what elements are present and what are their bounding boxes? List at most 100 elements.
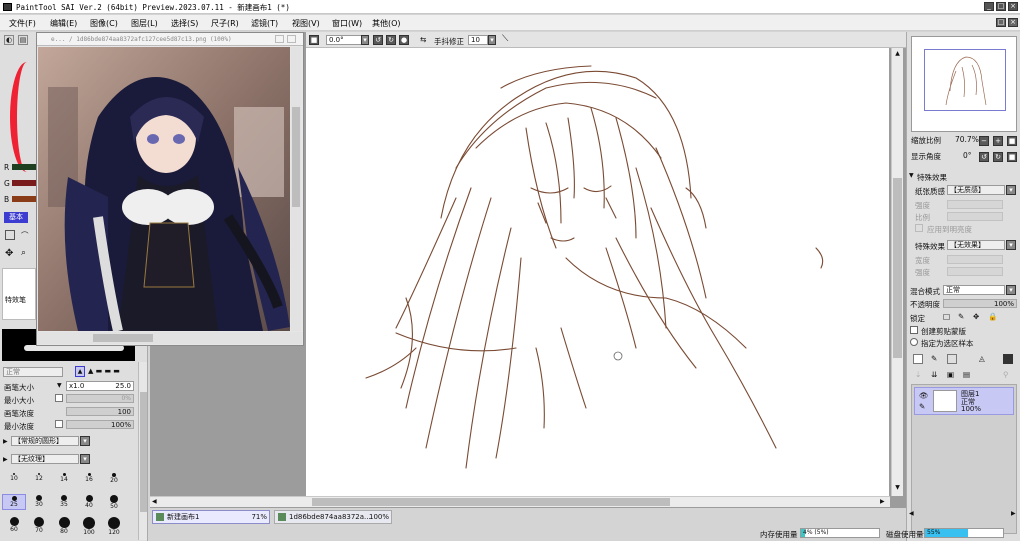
selection-toggle-button[interactable]: ■ (309, 35, 319, 45)
menu-edit[interactable]: 编辑(E) (50, 18, 77, 29)
brush-size-option[interactable]: 100 (77, 516, 101, 536)
layer-scroll-right-icon[interactable]: ▶ (1011, 510, 1016, 517)
brush-size-field[interactable]: x1.0 25.0 (66, 381, 134, 391)
menu-select[interactable]: 选择(S) (171, 18, 198, 29)
new-vector-layer-icon[interactable]: ✎ (931, 354, 937, 363)
brush-size-option[interactable]: 25 (2, 494, 26, 510)
brush-size-option[interactable]: 40 (77, 494, 101, 510)
rotate-ccw-button[interactable]: ↺ (373, 35, 383, 45)
scroll-left-icon[interactable]: ◀ (152, 498, 157, 505)
b-slider[interactable] (12, 196, 36, 202)
tool-preset-special-pen[interactable]: 特效笔 (2, 268, 36, 320)
angle-reset-button[interactable]: ■ (1007, 152, 1017, 162)
paper-scale-slider[interactable] (947, 212, 1003, 221)
menu-view[interactable]: 视图(V) (292, 18, 320, 29)
opacity-slider[interactable]: 100% (943, 299, 1017, 308)
g-slider[interactable] (12, 180, 36, 186)
layer-edit-pen-icon[interactable]: ✎ (919, 402, 925, 411)
blend-mode-select[interactable]: 正常 (3, 367, 63, 377)
shape-dropdown-icon[interactable]: ▾ (80, 436, 90, 446)
minimize-button[interactable]: _ (984, 2, 994, 11)
brush-size-option[interactable]: 20 (102, 472, 126, 488)
apply-brightness-checkbox[interactable] (915, 224, 923, 232)
paper-strength-slider[interactable] (947, 200, 1003, 209)
tool-panel-scroll-thumb[interactable] (140, 392, 147, 512)
layer-visibility-eye-icon[interactable]: 👁 (919, 391, 929, 400)
reference-hscroll-thumb[interactable] (93, 334, 153, 342)
lock-all-icon[interactable]: 🔒 (988, 312, 997, 321)
horizontal-scrollbar[interactable]: ◀ ▶ (150, 496, 890, 507)
r-slider[interactable] (12, 164, 36, 170)
reference-close-icon[interactable] (287, 35, 296, 43)
stabilizer-field[interactable]: 10 (468, 35, 488, 45)
navigator-preview[interactable] (911, 36, 1017, 132)
paper-texture-dropdown-icon[interactable]: ▾ (1006, 185, 1016, 195)
horizontal-scroll-thumb[interactable] (312, 498, 670, 506)
texture-expand-icon[interactable]: ▶ (3, 456, 8, 463)
menu-other[interactable]: 其他(O) (372, 18, 401, 29)
reference-maximize-icon[interactable] (275, 35, 284, 43)
new-folder-icon[interactable] (947, 354, 957, 364)
transfer-down-icon[interactable]: ⇊ (931, 370, 937, 379)
reference-vertical-scrollbar[interactable] (291, 47, 301, 331)
angle-cw-button[interactable]: ↻ (993, 152, 1003, 162)
texture-dropdown-icon[interactable]: ▾ (80, 454, 90, 464)
straight-line-icon[interactable]: ⟍ (502, 34, 508, 44)
zoom-value[interactable]: 70.7% (955, 135, 979, 144)
angle-ccw-button[interactable]: ↺ (979, 152, 989, 162)
canvas-paper[interactable] (306, 48, 889, 496)
min-density-slider[interactable]: 100% (66, 420, 134, 429)
close-button[interactable]: × (1008, 2, 1018, 11)
paper-texture-select[interactable]: 【无质感】 (947, 185, 1005, 195)
mdi-close-button[interactable]: × (1008, 18, 1018, 27)
effect-strength-slider[interactable] (947, 267, 1003, 276)
brush-shape-round-icon[interactable]: ▲ (75, 366, 85, 377)
brush-size-option[interactable]: 12 (27, 472, 51, 488)
menu-filter[interactable]: 滤镜(T) (251, 18, 278, 29)
move-icon[interactable]: ✥ (5, 248, 13, 259)
brush-shape-select[interactable]: 【常规的圆形】 (11, 436, 79, 446)
scroll-right-icon[interactable]: ▶ (880, 498, 885, 505)
effects-collapse-icon[interactable]: ▼ (909, 172, 914, 179)
special-effect-select[interactable]: 【无效果】 (947, 240, 1005, 250)
maximize-button[interactable]: □ (996, 2, 1006, 11)
vertical-scroll-thumb[interactable] (893, 178, 902, 358)
menu-image[interactable]: 图像(C) (90, 18, 118, 29)
menu-file[interactable]: 文件(F) (9, 18, 36, 29)
brush-size-option[interactable]: 30 (27, 494, 51, 510)
angle-value[interactable]: 0° (963, 151, 972, 160)
brush-size-option[interactable]: 80 (52, 516, 76, 535)
sample-radio[interactable] (910, 338, 918, 346)
brush-shape-icons[interactable]: ▲ ▬ ▬ ▬ (88, 367, 120, 375)
zoom-icon[interactable]: ⌕ (21, 248, 26, 258)
tool-tab-basic[interactable]: 基本 (4, 212, 28, 223)
min-size-checkbox[interactable] (55, 394, 63, 402)
reference-vscroll-thumb[interactable] (292, 107, 300, 207)
min-density-checkbox[interactable] (55, 420, 63, 428)
rotate-cw-button[interactable]: ↻ (386, 35, 396, 45)
layer-row[interactable]: 👁 ✎ 图层1 正常 100% (914, 387, 1014, 415)
new-layer-icon[interactable] (913, 354, 923, 364)
lock-move-icon[interactable]: ✥ (973, 312, 979, 321)
shape-expand-icon[interactable]: ▶ (3, 438, 8, 445)
mdi-restore-button[interactable]: □ (996, 18, 1006, 27)
brush-size-option[interactable]: 120 (102, 516, 126, 536)
menu-layer[interactable]: 图层(L) (131, 18, 158, 29)
effect-width-slider[interactable] (947, 255, 1003, 264)
flip-icon[interactable]: ⇆ (420, 35, 426, 44)
brush-size-option[interactable]: 60 (2, 516, 26, 533)
brush-size-option[interactable]: 50 (102, 494, 126, 510)
lock-paint-icon[interactable]: ✎ (958, 312, 964, 321)
menu-window[interactable]: 窗口(W) (332, 18, 362, 29)
layer-mask-icon[interactable]: ◬ (979, 354, 985, 363)
layer-blend-dropdown-icon[interactable]: ▾ (1006, 285, 1016, 295)
vertical-scrollbar[interactable]: ▲ ▼ (891, 48, 903, 496)
tab-reference-image[interactable]: 1d86bde874aa8372a... 100% (274, 510, 392, 524)
merge-visible-icon[interactable]: ▤ (963, 370, 970, 379)
lock-transparency-icon[interactable]: □ (943, 312, 950, 321)
delete-layer-icon[interactable] (1003, 354, 1013, 364)
brush-size-option[interactable]: 10 (2, 472, 26, 488)
texture-select[interactable]: 【无纹理】 (11, 454, 79, 464)
zoom-reset-button[interactable]: ■ (1007, 136, 1017, 146)
layer-properties-icon[interactable]: ⚲ (1003, 370, 1009, 379)
